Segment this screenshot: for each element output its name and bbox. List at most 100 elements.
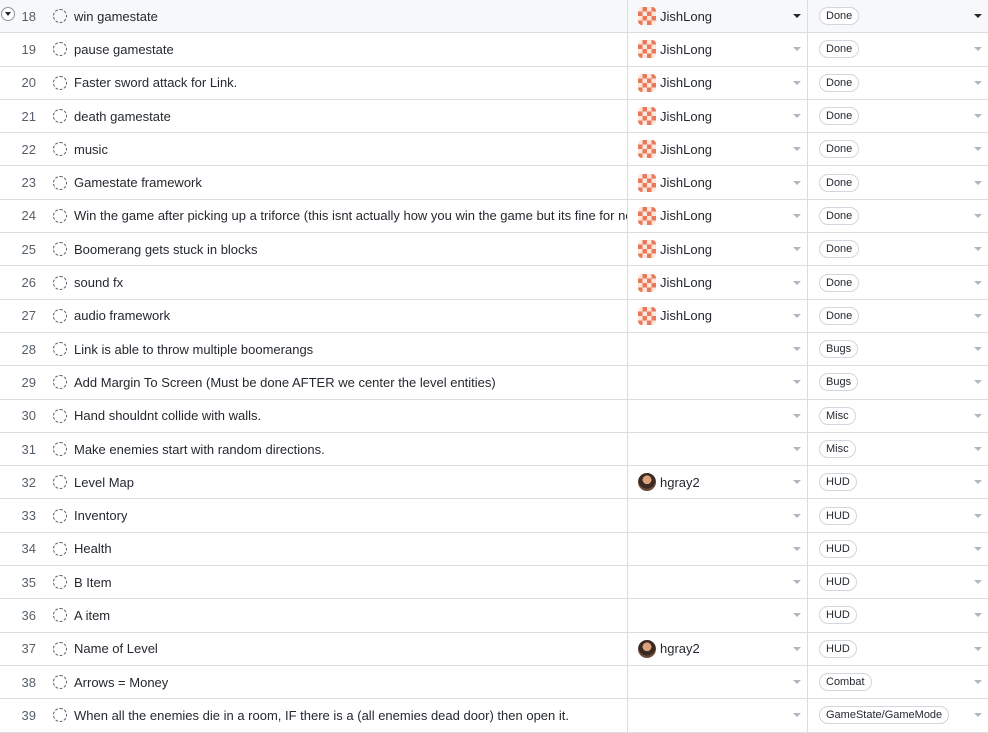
assignee-dropdown-chevron-icon[interactable] [793,513,801,518]
table-row[interactable]: 30 Hand shouldnt collide with walls. Misc [0,399,988,433]
title-cell[interactable]: Name of Level [50,632,628,665]
table-row[interactable]: 39 When all the enemies die in a room, IF… [0,699,988,733]
issue-title[interactable]: audio framework [74,308,170,323]
assignee-cell[interactable]: JishLong [628,233,808,266]
assignee-dropdown-chevron-icon[interactable] [793,447,801,451]
title-cell[interactable]: Add Margin To Screen (Must be done AFTER… [50,366,628,399]
assignee-cell[interactable]: JishLong [628,166,808,199]
status-cell[interactable]: Bugs [808,366,988,398]
status-cell[interactable]: Done [808,33,988,65]
issue-title[interactable]: win gamestate [74,9,158,24]
assignee-dropdown-chevron-icon[interactable] [793,680,801,685]
status-cell[interactable]: HUD [808,533,988,565]
title-cell[interactable]: Health [50,532,628,566]
status-dropdown-chevron-icon[interactable] [974,247,982,252]
table-row[interactable]: 26 sound fx JishLong Done [0,266,988,300]
table-row[interactable]: 21 death gamestate JishLong Done [0,99,988,134]
issue-title[interactable]: Name of Level [74,641,158,656]
assignee-cell[interactable]: JishLong [628,266,808,299]
assignee-cell[interactable] [628,599,808,632]
status-cell[interactable]: Misc [808,400,988,432]
status-cell[interactable]: Done [808,166,988,198]
title-cell[interactable]: Make enemies start with random direction… [50,432,628,466]
table-row[interactable]: 36 A item HUD [0,599,988,633]
table-row[interactable]: 24 Win the game after picking up a trifor… [0,199,988,234]
status-cell[interactable]: Done [808,67,988,99]
assignee-cell[interactable] [628,366,808,399]
assignee-dropdown-chevron-icon[interactable] [793,313,801,318]
status-dropdown-chevron-icon[interactable] [974,447,982,451]
table-row[interactable]: 34 Health HUD [0,532,988,567]
status-dropdown-chevron-icon[interactable] [974,480,982,485]
assignee-dropdown-chevron-icon[interactable] [793,114,801,119]
assignee-cell[interactable]: JishLong [628,0,808,33]
table-row[interactable]: 38 Arrows = Money Combat [0,665,988,700]
assignee-cell[interactable]: JishLong [628,133,808,166]
table-row[interactable]: 28 Link is able to throw multiple boomera… [0,332,988,367]
assignee-dropdown-chevron-icon[interactable] [793,413,801,418]
title-cell[interactable]: A item [50,599,628,632]
status-cell[interactable]: Bugs [808,333,988,365]
status-dropdown-chevron-icon[interactable] [974,180,982,185]
assignee-dropdown-chevron-icon[interactable] [793,47,801,52]
issue-title[interactable]: Add Margin To Screen (Must be done AFTER… [74,375,496,390]
assignee-dropdown-chevron-icon[interactable] [793,613,801,618]
assignee-cell[interactable] [628,332,808,366]
issue-title[interactable]: Health [74,541,112,556]
assignee-cell[interactable] [628,566,808,599]
issue-title[interactable]: Boomerang gets stuck in blocks [74,242,258,257]
status-dropdown-chevron-icon[interactable] [974,47,982,52]
issue-title[interactable]: A item [74,608,110,623]
title-cell[interactable]: pause gamestate [50,33,628,66]
status-dropdown-chevron-icon[interactable] [974,313,982,318]
issue-title[interactable]: pause gamestate [74,42,174,57]
assignee-cell[interactable]: JishLong [628,66,808,99]
title-cell[interactable]: Inventory [50,499,628,532]
issue-title[interactable]: Gamestate framework [74,175,202,190]
assignee-dropdown-chevron-icon[interactable] [793,147,801,152]
assignee-cell[interactable]: hgray2 [628,466,808,499]
assignee-cell[interactable] [628,699,808,732]
status-dropdown-chevron-icon[interactable] [974,413,982,418]
status-cell[interactable]: HUD [808,633,988,665]
status-dropdown-chevron-icon[interactable] [974,280,982,285]
table-row[interactable]: 31 Make enemies start with random directi… [0,432,988,467]
table-row[interactable]: 32 Level Map hgray2 HUD [0,466,988,500]
issue-title[interactable]: sound fx [74,275,123,290]
title-cell[interactable]: Level Map [50,466,628,499]
title-cell[interactable]: When all the enemies die in a room, IF t… [50,699,628,732]
issue-title[interactable]: Faster sword attack for Link. [74,75,237,90]
assignee-cell[interactable] [628,532,808,566]
assignee-dropdown-chevron-icon[interactable] [793,180,801,185]
table-row[interactable]: 29 Add Margin To Screen (Must be done AFT… [0,366,988,400]
status-cell[interactable]: Combat [808,666,988,698]
status-dropdown-chevron-icon[interactable] [974,380,982,385]
issue-title[interactable]: death gamestate [74,109,171,124]
title-cell[interactable]: Arrows = Money [50,665,628,699]
table-row[interactable]: 18 win gamestate JishLong Done [0,0,988,34]
status-cell[interactable]: Done [808,133,988,165]
title-cell[interactable]: Faster sword attack for Link. [50,66,628,99]
status-dropdown-chevron-icon[interactable] [974,646,982,651]
issue-title[interactable]: Arrows = Money [74,675,168,690]
title-cell[interactable]: Boomerang gets stuck in blocks [50,233,628,266]
title-cell[interactable]: Hand shouldnt collide with walls. [50,399,628,432]
assignee-dropdown-chevron-icon[interactable] [793,380,801,385]
table-row[interactable]: 27 audio framework JishLong Done [0,299,988,333]
status-dropdown-chevron-icon[interactable] [974,713,982,718]
expand-row-button[interactable] [1,7,15,21]
assignee-cell[interactable] [628,499,808,532]
status-cell[interactable]: Done [808,100,988,132]
status-dropdown-chevron-icon[interactable] [974,213,982,218]
title-cell[interactable]: Link is able to throw multiple boomerang… [50,332,628,366]
assignee-cell[interactable] [628,399,808,432]
status-dropdown-chevron-icon[interactable] [974,347,982,352]
title-cell[interactable]: death gamestate [50,99,628,133]
table-row[interactable]: 20 Faster sword attack for Link. JishLong D… [0,66,988,100]
issue-title[interactable]: music [74,142,108,157]
status-dropdown-chevron-icon[interactable] [974,80,982,85]
status-cell[interactable]: Done [808,300,988,332]
assignee-cell[interactable] [628,432,808,466]
title-cell[interactable]: win gamestate [50,0,628,33]
table-row[interactable]: 19 pause gamestate JishLong Done [0,33,988,67]
